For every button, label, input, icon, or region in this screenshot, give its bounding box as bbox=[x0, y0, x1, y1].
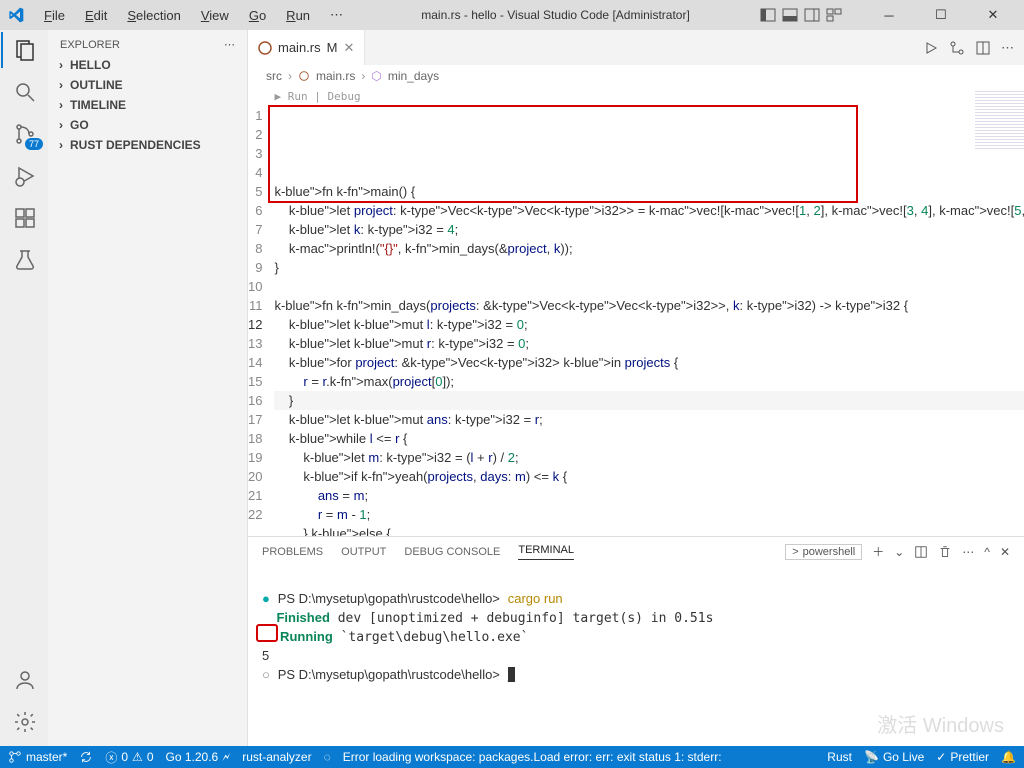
status-errors[interactable]: ⓧ 0 ⚠ 0 bbox=[105, 749, 153, 766]
settings-gear-icon[interactable] bbox=[13, 710, 37, 734]
annotation-box-output bbox=[256, 624, 278, 642]
vscode-logo-icon bbox=[8, 7, 24, 23]
search-icon[interactable] bbox=[13, 80, 37, 104]
status-loading-spinner: ◌ bbox=[324, 750, 331, 764]
tab-modified: M bbox=[327, 40, 338, 55]
term-finished: Finished bbox=[262, 610, 330, 625]
status-language[interactable]: Rust bbox=[827, 750, 852, 764]
title-bar: File Edit Selection View Go Run ⋯ main.r… bbox=[0, 0, 1024, 30]
scm-badge: 77 bbox=[25, 138, 43, 150]
menu-go[interactable]: Go bbox=[241, 4, 274, 27]
menu-selection[interactable]: Selection bbox=[119, 4, 188, 27]
window-maximize[interactable]: ☐ bbox=[918, 0, 964, 30]
status-go-live[interactable]: 📡 Go Live bbox=[864, 750, 924, 764]
menu-view[interactable]: View bbox=[193, 4, 237, 27]
rust-file-icon bbox=[258, 41, 272, 55]
source-control-icon[interactable]: 77 bbox=[13, 122, 37, 146]
kill-terminal-icon[interactable] bbox=[938, 545, 952, 559]
status-rust-analyzer[interactable]: rust-analyzer bbox=[242, 750, 311, 764]
testing-icon[interactable] bbox=[13, 248, 37, 272]
status-notifications-icon[interactable]: 🔔 bbox=[1001, 750, 1016, 764]
breadcrumbs[interactable]: src› main.rs› ⬡ min_days bbox=[248, 65, 1024, 87]
layout-customize-icon[interactable] bbox=[826, 7, 842, 23]
window-title: main.rs - hello - Visual Studio Code [Ad… bbox=[355, 8, 756, 22]
tab-main-rs[interactable]: main.rs M ✕ bbox=[248, 30, 365, 65]
panel-tab-output[interactable]: OUTPUT bbox=[341, 546, 386, 558]
panel-tab-problems[interactable]: PROBLEMS bbox=[262, 546, 323, 558]
term-output: 5 bbox=[262, 648, 269, 663]
extensions-icon[interactable] bbox=[13, 206, 37, 230]
status-branch[interactable]: master* bbox=[8, 750, 67, 764]
tab-label: main.rs bbox=[278, 40, 321, 55]
run-icon[interactable] bbox=[923, 40, 939, 56]
layout-panel-left-icon[interactable] bbox=[760, 7, 776, 23]
split-terminal-icon[interactable] bbox=[914, 545, 928, 559]
section-go[interactable]: ›GO bbox=[48, 115, 247, 135]
window-minimize[interactable]: ─ bbox=[866, 0, 912, 30]
explorer-more-icon[interactable]: ⋯ bbox=[224, 38, 235, 51]
accounts-icon[interactable] bbox=[13, 668, 37, 692]
run-debug-icon[interactable] bbox=[13, 164, 37, 188]
explorer-title: EXPLORER bbox=[60, 39, 120, 51]
section-rust-deps[interactable]: ›RUST DEPENDENCIES bbox=[48, 135, 247, 155]
panel-close-icon[interactable]: ✕ bbox=[1000, 545, 1010, 559]
menu-edit[interactable]: Edit bbox=[77, 4, 115, 27]
status-sync[interactable] bbox=[79, 750, 93, 764]
editor-more-icon[interactable]: ⋯ bbox=[1001, 40, 1014, 56]
section-timeline[interactable]: ›TIMELINE bbox=[48, 95, 247, 115]
terminal-dropdown-icon[interactable]: ⌄ bbox=[894, 545, 904, 559]
panel-tab-terminal[interactable]: TERMINAL bbox=[518, 544, 574, 560]
menu-file[interactable]: File bbox=[36, 4, 73, 27]
new-terminal-icon[interactable]: ＋ bbox=[872, 543, 884, 560]
section-outline[interactable]: ›OUTLINE bbox=[48, 75, 247, 95]
code-content[interactable]: ▶ Run | Debug k-blue">fn k-fn">main() { … bbox=[274, 87, 1024, 536]
status-go-version[interactable]: Go 1.20.6 🗲 bbox=[166, 750, 231, 765]
terminal[interactable]: ● PS D:\mysetup\gopath\rustcode\hello> c… bbox=[248, 566, 1024, 746]
section-hello[interactable]: ›HELLO bbox=[48, 55, 247, 75]
editor[interactable]: 12345678910111213141516171819202122 ▶ Ru… bbox=[248, 87, 1024, 536]
editor-tabs: main.rs M ✕ ⋯ bbox=[248, 30, 1024, 65]
explorer-sidebar: EXPLORER ⋯ ›HELLO ›OUTLINE ›TIMELINE ›GO… bbox=[48, 30, 248, 746]
layout-panel-right-icon[interactable] bbox=[804, 7, 820, 23]
menu-run[interactable]: Run bbox=[278, 4, 318, 27]
shell-selector[interactable]: >powershell bbox=[785, 544, 862, 560]
panel-tab-debug[interactable]: DEBUG CONSOLE bbox=[404, 546, 500, 558]
bottom-panel: PROBLEMS OUTPUT DEBUG CONSOLE TERMINAL >… bbox=[248, 536, 1024, 746]
diff-icon[interactable] bbox=[949, 40, 965, 56]
panel-more-icon[interactable]: ⋯ bbox=[962, 545, 974, 559]
function-icon: ⬡ bbox=[371, 69, 381, 83]
panel-maximize-icon[interactable]: ^ bbox=[984, 545, 990, 559]
status-bar: master* ⓧ 0 ⚠ 0 Go 1.20.6 🗲 rust-analyze… bbox=[0, 746, 1024, 768]
layout-panel-bottom-icon[interactable] bbox=[782, 7, 798, 23]
rust-file-icon bbox=[298, 70, 310, 82]
status-prettier[interactable]: ✓ Prettier bbox=[936, 750, 989, 764]
split-editor-icon[interactable] bbox=[975, 40, 991, 56]
status-error-msg[interactable]: Error loading workspace: packages.Load e… bbox=[343, 750, 723, 764]
activity-bar: 77 bbox=[0, 30, 48, 746]
line-gutter: 12345678910111213141516171819202122 bbox=[248, 87, 274, 536]
menu-more[interactable]: ⋯ bbox=[322, 3, 351, 27]
window-close[interactable]: ✕ bbox=[970, 0, 1016, 30]
explorer-icon[interactable] bbox=[13, 38, 37, 62]
tab-close-icon[interactable]: ✕ bbox=[343, 40, 354, 56]
codelens-run-debug[interactable]: ▶ Run | Debug bbox=[274, 87, 360, 106]
